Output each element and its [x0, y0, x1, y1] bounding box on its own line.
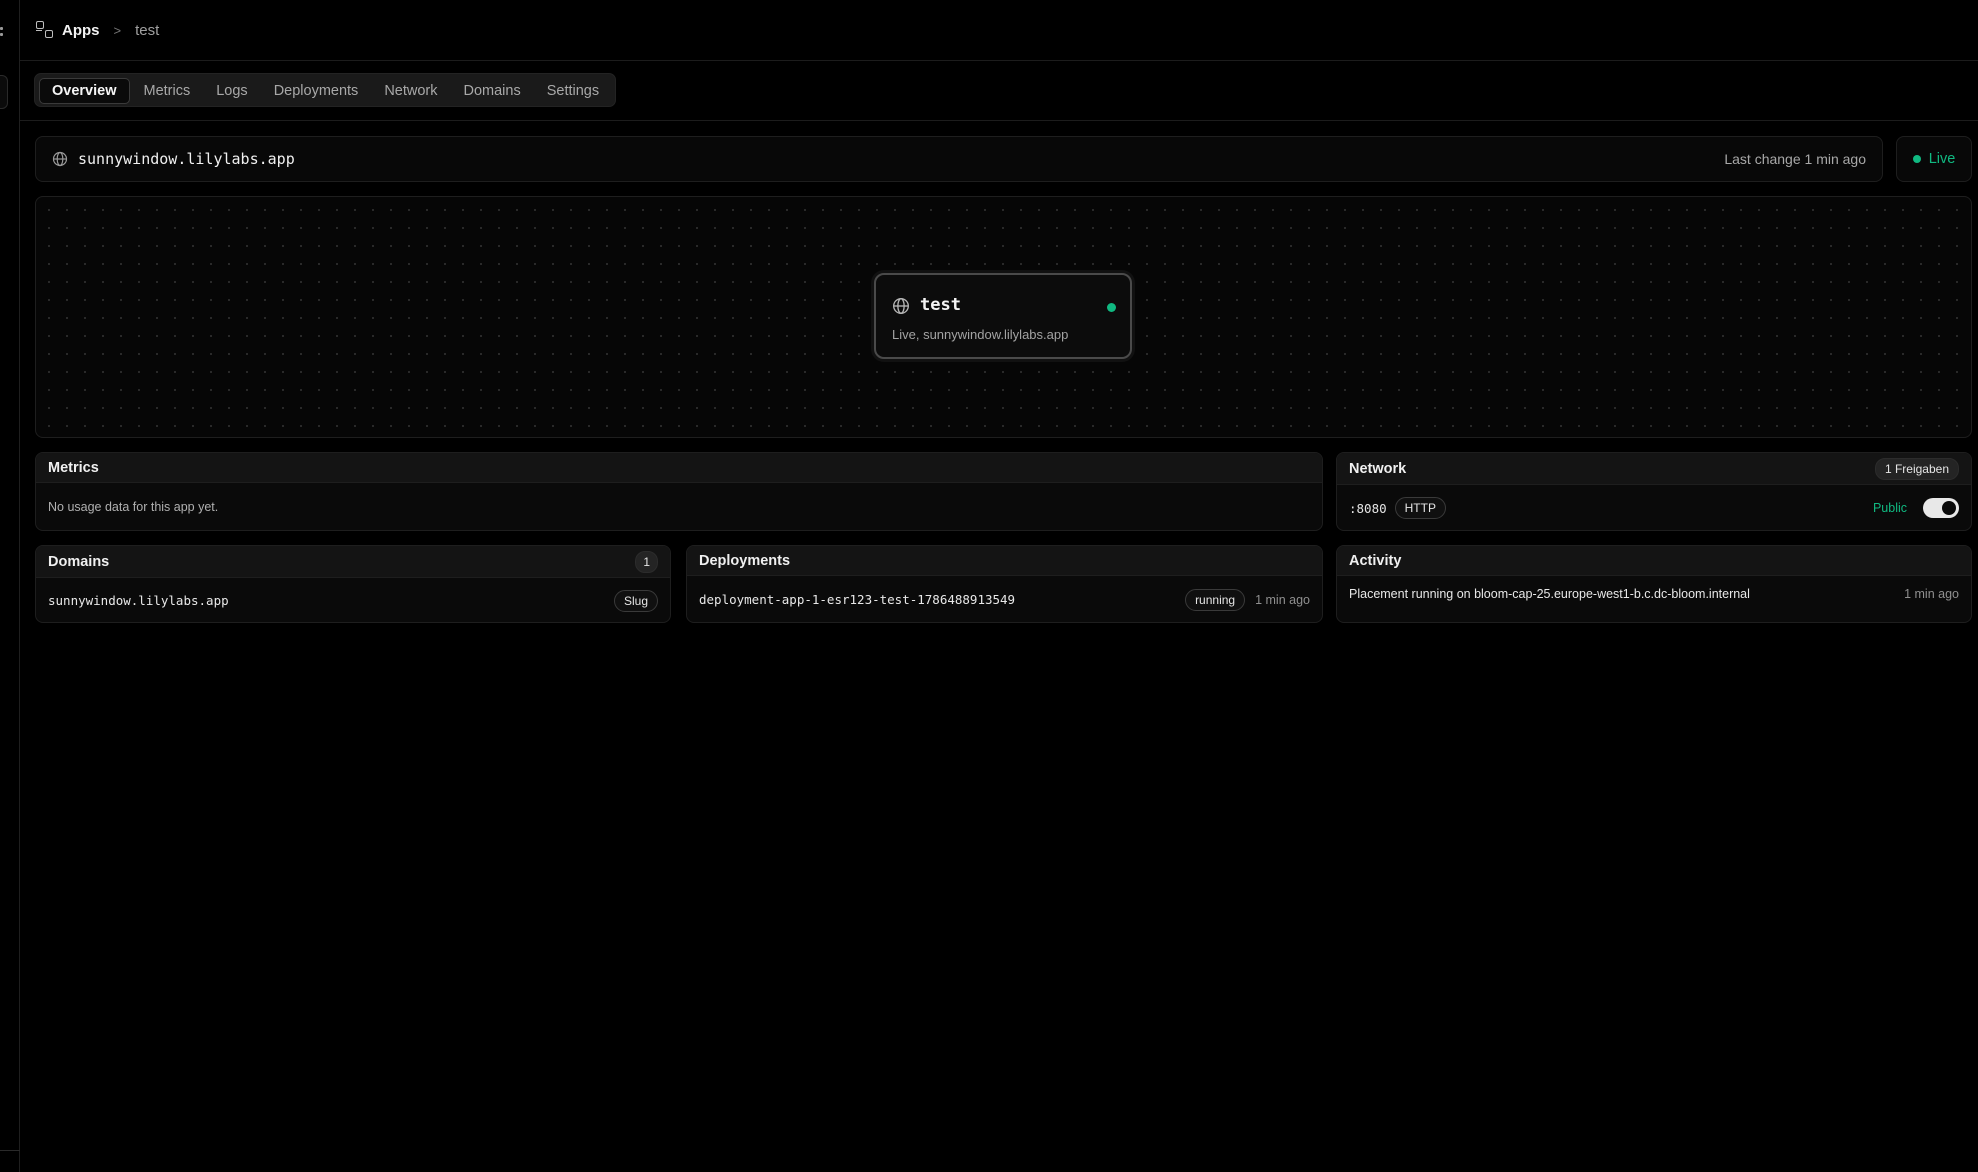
domains-card: Domains 1 sunnywindow.lilylabs.app Slug: [35, 545, 671, 623]
live-status-dot: [1912, 155, 1921, 163]
tab-overview[interactable]: Overview: [39, 78, 130, 104]
deployments-card-title: Deployments: [699, 552, 791, 569]
deployment-status-badge: running: [1185, 588, 1246, 611]
rail-marker: [0, 27, 3, 30]
service-status-dot: [1107, 303, 1116, 312]
deployments-card: Deployments deployment-app-1-esr123-test…: [686, 545, 1323, 623]
globe-icon: [892, 297, 910, 320]
status-badge: Live: [1896, 136, 1972, 182]
tabs-bar: Overview Metrics Logs Deployments Networ…: [20, 61, 1978, 121]
breadcrumb-apps-link[interactable]: Apps: [62, 22, 100, 39]
last-change-text: Last change 1 min ago: [1724, 151, 1866, 167]
metrics-card-body: No usage data for this app yet.: [36, 483, 1322, 530]
shares-count-badge: 1 Freigaben: [1874, 457, 1959, 480]
tab-logs[interactable]: Logs: [204, 78, 259, 104]
apps-icon: [36, 21, 54, 39]
network-card: Network 1 Freigaben :8080 HTTP Public: [1336, 452, 1972, 531]
domain-row[interactable]: sunnywindow.lilylabs.app Slug: [36, 578, 670, 622]
status-label: Live: [1928, 151, 1956, 167]
divider: [0, 1150, 20, 1151]
domain-name[interactable]: sunnywindow.lilylabs.app: [48, 593, 229, 608]
top-header: Apps > test: [20, 0, 1978, 61]
activity-time: 1 min ago: [1904, 587, 1959, 601]
sidebar-collapse-handle[interactable]: [0, 75, 8, 109]
domains-card-header: Domains 1: [36, 546, 670, 578]
port-label: :8080: [1349, 500, 1387, 516]
tab-domains[interactable]: Domains: [452, 78, 533, 104]
domain-tag-badge: Slug: [613, 589, 658, 612]
activity-text: Placement running on bloom-cap-25.europe…: [1349, 587, 1750, 601]
network-card-title: Network: [1349, 460, 1407, 477]
public-toggle[interactable]: [1923, 498, 1959, 518]
network-port-row: :8080 HTTP Public: [1337, 485, 1971, 530]
tab-list: Overview Metrics Logs Deployments Networ…: [34, 73, 617, 107]
app-url-bar: sunnywindow.lilylabs.app Last change 1 m…: [35, 136, 1883, 182]
deployments-card-header: Deployments: [687, 546, 1322, 576]
metrics-card-title: Metrics: [48, 459, 99, 476]
left-rail: [0, 0, 20, 1172]
metrics-empty-text: No usage data for this app yet.: [48, 500, 219, 514]
deployment-row[interactable]: deployment-app-1-esr123-test-17864889135…: [687, 576, 1322, 622]
tab-settings[interactable]: Settings: [535, 78, 611, 104]
service-node-subtitle: Live, sunnywindow.lilylabs.app: [892, 327, 1069, 342]
tab-network[interactable]: Network: [372, 78, 449, 104]
topology-canvas[interactable]: test Live, sunnywindow.lilylabs.app: [35, 196, 1972, 438]
activity-card: Activity Placement running on bloom-cap-…: [1336, 545, 1972, 623]
deployment-id[interactable]: deployment-app-1-esr123-test-17864889135…: [699, 592, 1015, 607]
breadcrumb-current: test: [135, 21, 160, 39]
service-node[interactable]: test Live, sunnywindow.lilylabs.app: [874, 273, 1132, 359]
activity-row: Placement running on bloom-cap-25.europe…: [1337, 576, 1971, 612]
toggle-knob: [1942, 501, 1956, 515]
domains-card-title: Domains: [48, 553, 110, 570]
network-card-header: Network 1 Freigaben: [1337, 453, 1971, 485]
visibility-label: Public: [1872, 501, 1907, 515]
activity-card-header: Activity: [1337, 546, 1971, 576]
tab-deployments[interactable]: Deployments: [262, 78, 371, 104]
deployment-time: 1 min ago: [1255, 592, 1310, 607]
app-url-link[interactable]: sunnywindow.lilylabs.app: [78, 150, 295, 168]
tab-metrics[interactable]: Metrics: [132, 78, 203, 104]
globe-icon: [52, 151, 68, 167]
activity-card-title: Activity: [1349, 552, 1402, 569]
breadcrumb-separator: >: [113, 22, 122, 38]
metrics-card-header: Metrics: [36, 453, 1322, 483]
protocol-badge: HTTP: [1394, 497, 1446, 519]
rail-marker: [0, 33, 3, 36]
domains-count-badge: 1: [635, 550, 658, 573]
service-node-title: test: [920, 295, 961, 315]
metrics-card: Metrics No usage data for this app yet.: [35, 452, 1323, 531]
